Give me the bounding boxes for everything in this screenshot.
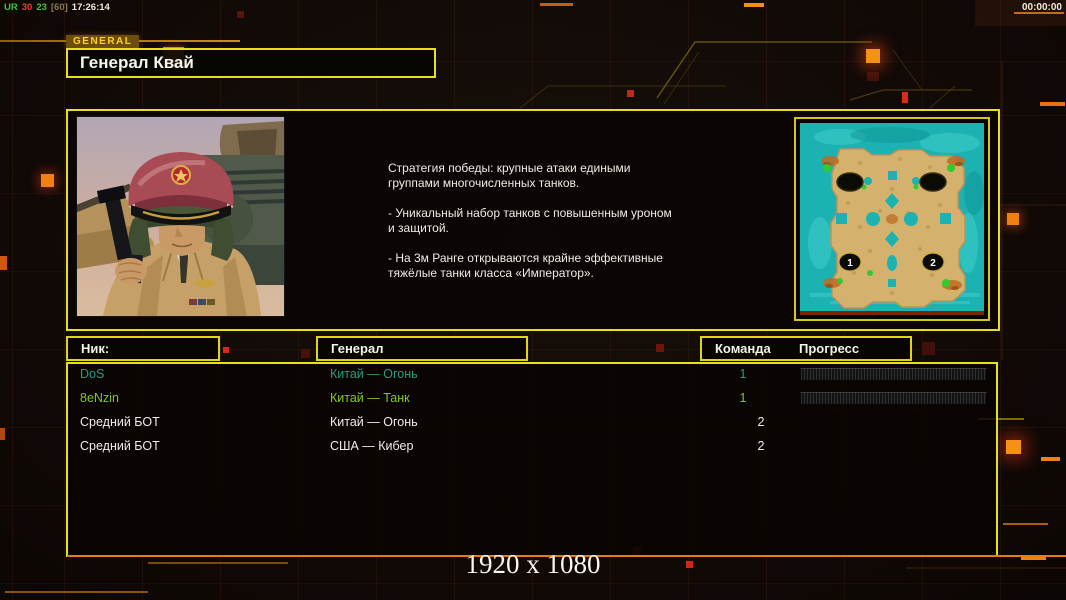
- deco-dash: [744, 3, 764, 7]
- player-general: США — Кибер: [330, 439, 414, 453]
- description-paragraph: - Уникальный набор танков с повышенным у…: [388, 206, 672, 235]
- status-clock: 17:26:14: [71, 2, 110, 13]
- deco-dash: [540, 3, 573, 6]
- status-token: UR: [4, 2, 18, 13]
- deco-square: [656, 344, 664, 352]
- status-token: 23: [36, 2, 47, 13]
- svg-text:1: 1: [847, 258, 853, 269]
- progress-bar: [800, 392, 987, 405]
- column-header-nick: Ник:: [66, 336, 220, 361]
- deco-square: [301, 349, 310, 358]
- column-header-team-progress: Команда Прогресс: [700, 336, 912, 361]
- player-general: Китай — Огонь: [330, 415, 418, 429]
- deco-square: [237, 11, 244, 18]
- strategy-description: Стратегия победы: крупные атаки едиными …: [388, 161, 728, 296]
- player-nick: Средний БОТ: [80, 439, 160, 453]
- deco-square: [223, 347, 229, 353]
- deco-square: [1006, 440, 1021, 454]
- player-nick: 8eNzin: [80, 391, 119, 405]
- general-header-label: Генерал: [331, 341, 384, 356]
- map-marker-2: 2: [921, 252, 945, 272]
- map-preview-image: 1 2: [800, 123, 984, 315]
- map-marker-1: 1: [838, 252, 862, 272]
- session-status-text: UR 30 23 [60] 17:26:14: [4, 2, 114, 13]
- progress-header-label: Прогресс: [799, 341, 860, 356]
- player-team: 1: [739, 391, 747, 405]
- deco-square: [41, 174, 54, 187]
- player-row: Средний БОТ США — Кибер 2: [66, 438, 998, 458]
- general-tab-label: GENERAL: [66, 35, 140, 48]
- deco-square: [0, 428, 5, 440]
- player-team: 2: [757, 415, 765, 429]
- player-general: Китай — Огонь: [330, 367, 418, 381]
- deco-square: [922, 342, 935, 355]
- status-token: [60]: [50, 2, 68, 13]
- player-general: Китай — Танк: [330, 391, 410, 405]
- player-team: 2: [757, 439, 765, 453]
- progress-bar: [800, 368, 987, 381]
- deco-square: [627, 90, 634, 97]
- resolution-label: 1920 x 1080: [465, 549, 601, 579]
- nick-header-label: Ник:: [81, 341, 110, 356]
- timer-underline: [1014, 12, 1064, 14]
- svg-text:2: 2: [930, 258, 936, 269]
- player-row: DoS Китай — Огонь 1: [66, 366, 998, 386]
- deco-dash: [1041, 457, 1060, 461]
- description-paragraph: - На 3м Ранге открываются крайне эффекти…: [388, 251, 663, 280]
- player-nick: DoS: [80, 367, 105, 381]
- player-nick: Средний БОТ: [80, 415, 160, 429]
- player-team: 1: [739, 367, 747, 381]
- deco-square: [1007, 213, 1019, 225]
- loading-screen: UR 30 23 [60] 17:26:14 00:00:00 GENERAL Гене…: [0, 0, 1066, 600]
- player-row: 8eNzin Китай — Танк 1: [66, 390, 998, 410]
- general-portrait-image: [69, 116, 285, 317]
- general-title-box: Генерал Квай: [66, 48, 436, 78]
- deco-dash: [1003, 523, 1048, 525]
- map-preview-box: 1 2: [794, 117, 990, 321]
- page-title: Генерал Квай: [80, 53, 194, 72]
- team-header-label: Команда: [715, 341, 771, 356]
- deco-square: [902, 92, 908, 103]
- deco-dash: [1040, 102, 1065, 106]
- deco-square: [0, 256, 7, 270]
- deco-line: [5, 591, 148, 593]
- deco-square: [867, 72, 879, 81]
- player-row: Средний БОТ Китай — Огонь 2: [66, 414, 998, 434]
- deco-square: [866, 49, 880, 63]
- column-header-general: Генерал: [316, 336, 528, 361]
- description-paragraph: Стратегия победы: крупные атаки едиными …: [388, 161, 631, 190]
- status-token: 30: [21, 2, 33, 13]
